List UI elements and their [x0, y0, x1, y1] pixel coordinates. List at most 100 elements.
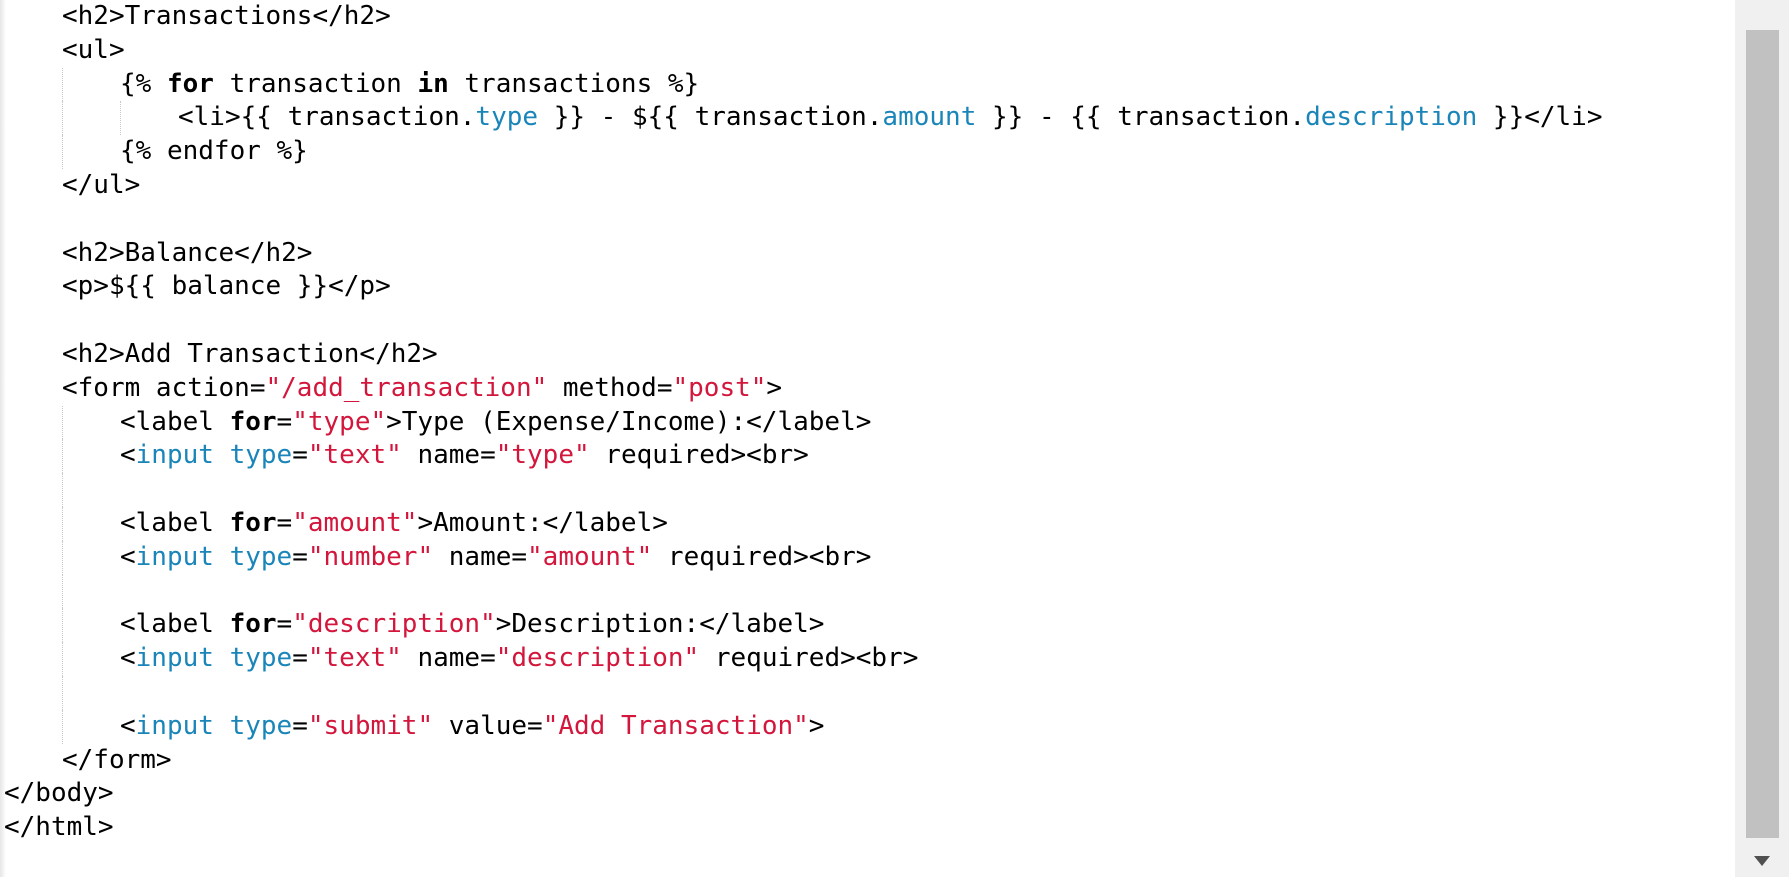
code-line-text: <form action="/add_transaction" method="…: [4, 373, 782, 403]
code-area[interactable]: <h2>Transactions</h2> <ul> {% for transact…: [4, 0, 1735, 845]
code-line: </body>: [4, 777, 1735, 811]
code-token: transactions %}: [448, 68, 700, 99]
code-line: <input type="text" name="description" re…: [4, 642, 1735, 676]
code-token: name=: [433, 541, 528, 572]
code-token: <h2>Transactions</h2>: [62, 1, 391, 31]
code-token: =: [276, 609, 293, 640]
code-editor[interactable]: <h2>Transactions</h2> <ul> {% for transact…: [0, 0, 1735, 877]
code-token: input: [135, 643, 214, 674]
code-line-text: <label for="description">Description:</l…: [4, 609, 824, 639]
code-token: type: [475, 102, 539, 133]
code-token: input: [135, 541, 214, 572]
code-line-text: <li>{{ transaction.type }} - ${{ transac…: [4, 102, 1603, 132]
code-token: transaction: [213, 68, 418, 99]
code-line: <input type="text" name="type" required>…: [4, 439, 1735, 474]
code-token: =: [292, 710, 308, 741]
code-token: {% endfor %}: [120, 136, 308, 167]
code-token: type: [229, 440, 293, 471]
code-token: "text": [307, 643, 402, 674]
code-line-text: <label for="type">Type (Expense/Income):…: [4, 407, 871, 437]
code-line: </form>: [4, 744, 1735, 778]
code-line: </html>: [4, 811, 1735, 845]
code-line: <p>${{ balance }}</p>: [4, 270, 1735, 304]
code-token: =: [292, 643, 308, 674]
code-token: input: [135, 710, 214, 741]
code-line: <input type="submit" value="Add Transact…: [4, 709, 1735, 744]
scrollbar-thumb[interactable]: [1746, 30, 1779, 838]
code-token: required><br>: [699, 643, 919, 674]
code-token: "type": [495, 440, 590, 471]
code-line-text: <label for="amount">Amount:</label>: [4, 508, 668, 538]
code-token: </ul>: [62, 169, 141, 200]
code-token: >Type (Expense/Income):</label>: [386, 406, 872, 437]
code-token: amount: [882, 102, 977, 133]
code-token: <label: [120, 406, 230, 437]
code-token: "number": [307, 541, 434, 572]
code-line-text: <ul>: [4, 35, 125, 65]
code-token: for: [166, 68, 214, 99]
code-token: name=: [401, 440, 496, 471]
code-token: </form>: [62, 744, 172, 775]
code-line: <label for="type">Type (Expense/Income):…: [4, 405, 1735, 440]
code-token: </html>: [4, 812, 114, 843]
code-line-text: </form>: [4, 745, 172, 775]
code-token: <label: [120, 609, 230, 640]
code-token: "type": [292, 406, 387, 437]
code-token: description: [1305, 102, 1478, 133]
code-token: for: [229, 507, 277, 538]
scroll-down-button[interactable]: [1735, 845, 1789, 877]
vertical-scrollbar[interactable]: [1735, 0, 1789, 877]
code-line-text: <input type="text" name="type" required>…: [4, 440, 809, 470]
code-token: <: [120, 541, 136, 572]
code-token: <ul>: [62, 34, 125, 65]
code-token: {%: [120, 68, 167, 99]
code-token: }} - {{ transaction.: [976, 102, 1306, 133]
code-token: }}</li>: [1477, 102, 1603, 133]
code-token: "description": [292, 609, 496, 640]
code-token: </body>: [4, 778, 114, 809]
code-line: <label for="amount">Amount:</label>: [4, 506, 1735, 541]
code-line: <h2>Transactions</h2>: [4, 0, 1735, 34]
code-line: <form action="/add_transaction" method="…: [4, 372, 1735, 406]
code-line: <h2>Add Transaction</h2>: [4, 338, 1735, 372]
code-token: <h2>Add Transaction</h2>: [62, 338, 438, 369]
code-token: =: [276, 406, 293, 437]
code-token: "post": [672, 372, 767, 403]
code-token: required><br>: [589, 440, 809, 471]
code-line-text: <input type="submit" value="Add Transact…: [4, 711, 824, 741]
code-line: <ul>: [4, 34, 1735, 68]
code-line: <h2>Balance</h2>: [4, 237, 1735, 271]
code-token: <: [120, 643, 136, 674]
code-line-text: <h2>Balance</h2>: [4, 238, 312, 268]
code-token: >Description:</label>: [495, 609, 825, 640]
code-line-text: <h2>Transactions</h2>: [4, 1, 391, 31]
code-token: =: [276, 507, 293, 538]
code-line: {% for transaction in transactions %}: [4, 67, 1735, 102]
code-line: </ul>: [4, 169, 1735, 203]
code-token: in: [417, 68, 449, 99]
scroll-up-button[interactable]: [1735, 0, 1789, 28]
code-token: "Add Transaction": [542, 710, 809, 741]
code-line: <input type="number" name="amount" requi…: [4, 540, 1735, 575]
code-token: type: [229, 643, 293, 674]
code-token: "amount": [527, 541, 653, 572]
code-line: <label for="description">Description:</l…: [4, 608, 1735, 643]
code-token: value=: [433, 710, 543, 741]
code-token: }} - ${{ transaction.: [538, 102, 883, 133]
code-token: <: [120, 440, 136, 471]
code-token: required><br>: [652, 541, 872, 572]
code-token: input: [135, 440, 214, 471]
code-line: {% endfor %}: [4, 135, 1735, 169]
code-token: method=: [547, 372, 673, 403]
code-token: type: [229, 541, 293, 572]
code-token: <: [120, 710, 136, 741]
code-line-text: <input type="text" name="description" re…: [4, 643, 918, 673]
